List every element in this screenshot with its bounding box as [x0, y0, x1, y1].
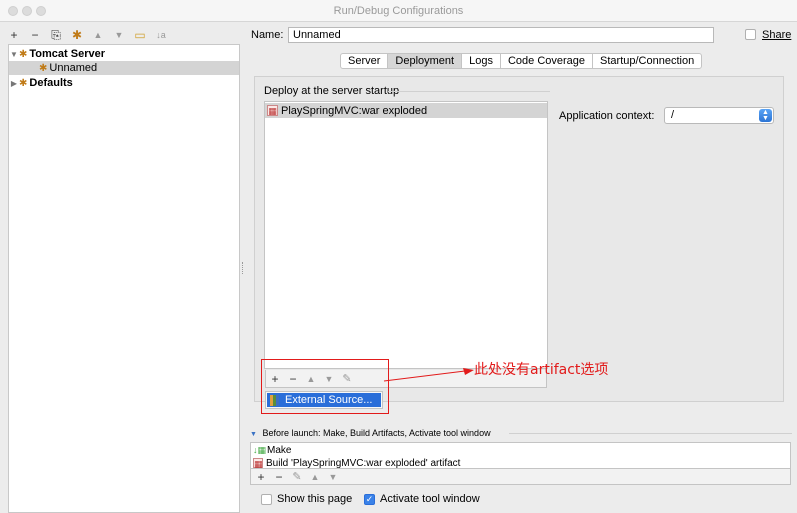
tab-logs[interactable]: Logs — [462, 54, 501, 68]
add-icon[interactable]: + — [8, 28, 20, 42]
artifact-list[interactable]: ▦ PlaySpringMVC:war exploded — [264, 101, 548, 369]
move-up-icon[interactable]: ▲ — [92, 28, 104, 42]
tab-deployment[interactable]: Deployment — [388, 54, 463, 68]
before-launch-item-label: Build 'PlaySpringMVC:war exploded' artif… — [266, 457, 461, 469]
show-page-checkbox[interactable] — [261, 494, 272, 505]
wrench-icon: ✱ — [19, 77, 28, 89]
splitter-handle[interactable] — [242, 262, 244, 274]
name-label: Name: — [251, 29, 284, 41]
title-bar: Run/Debug Configurations — [0, 0, 797, 22]
artifact-label: PlaySpringMVC:war exploded — [281, 104, 428, 117]
before-launch-toolbar: + − ✎ ▲ ▼ — [250, 469, 791, 485]
before-launch-header[interactable]: ▼ Before launch: Make, Build Artifacts, … — [250, 428, 491, 438]
before-launch-list[interactable]: ↓▦ Make ▦ Build 'PlaySpringMVC:war explo… — [250, 442, 791, 469]
tab-startup-connection[interactable]: Startup/Connection — [593, 54, 701, 68]
tree-item-unnamed[interactable]: ✱ Unnamed — [9, 61, 239, 75]
sort-icon[interactable]: ↓a — [155, 28, 167, 42]
tab-code-coverage[interactable]: Code Coverage — [501, 54, 594, 68]
edit-icon[interactable]: ✎ — [292, 470, 302, 483]
window-title: Run/Debug Configurations — [333, 5, 464, 17]
expanded-arrow-icon[interactable]: ▼ — [9, 50, 19, 59]
add-icon[interactable]: + — [256, 470, 266, 484]
application-context-label: Application context: — [559, 110, 655, 122]
tomcat-icon: ✱ — [39, 62, 48, 74]
show-page-label: Show this page — [277, 493, 353, 505]
tree-item-tomcat-server[interactable]: ▼ ✱ Tomcat Server — [9, 47, 239, 61]
combo-arrows-icon[interactable]: ▲ ▼ — [759, 109, 772, 122]
war-artifact-icon: ▦ — [267, 105, 278, 116]
deploy-group-title: Deploy at the server startup — [264, 85, 400, 97]
list-item[interactable]: ↓▦ Make — [253, 444, 291, 456]
before-launch-divider — [509, 433, 792, 434]
application-context-combo[interactable]: / ▲ ▼ — [664, 107, 774, 124]
name-input[interactable]: Unnamed — [288, 27, 714, 43]
before-launch-title: Before launch: Make, Build Artifacts, Ac… — [262, 428, 491, 438]
combo-value: / — [671, 109, 675, 121]
move-down-icon[interactable]: ▼ — [328, 472, 338, 482]
tree-item-label: Unnamed — [49, 62, 98, 74]
config-tabs: Server Deployment Logs Code Coverage Sta… — [340, 53, 703, 69]
remove-icon[interactable]: − — [274, 470, 284, 484]
group-divider — [388, 91, 550, 92]
share-label: Share — [762, 29, 792, 41]
expanded-arrow-icon[interactable]: ▼ — [250, 431, 257, 438]
settings-icon[interactable]: ✱ — [71, 28, 83, 42]
move-up-icon[interactable]: ▲ — [310, 472, 320, 482]
configurations-tree: ▼ ✱ Tomcat Server ✱ Unnamed ▶ ✱ Defaults — [8, 44, 240, 513]
configurations-toolbar: + − ⎘ ✱ ▲ ▼ ▭ ↓a — [8, 26, 167, 44]
list-item[interactable]: ▦ Build 'PlaySpringMVC:war exploded' art… — [253, 457, 460, 469]
list-item[interactable]: ▦ PlaySpringMVC:war exploded — [265, 103, 547, 118]
collapsed-arrow-icon[interactable]: ▶ — [9, 79, 19, 88]
annotation-arrow — [383, 368, 474, 382]
move-down-icon[interactable]: ▼ — [113, 28, 125, 42]
tomcat-icon: ✱ — [19, 48, 28, 60]
tree-item-defaults[interactable]: ▶ ✱ Defaults — [9, 76, 239, 90]
annotation-text: 此处没有artifact选项 — [474, 362, 609, 378]
annotation-highlight-box — [261, 359, 389, 414]
tab-server[interactable]: Server — [341, 54, 389, 68]
remove-icon[interactable]: − — [29, 28, 41, 42]
activate-tool-window-checkbox[interactable]: ✓ — [364, 494, 375, 505]
share-checkbox[interactable] — [745, 29, 756, 40]
tree-item-label: Tomcat Server — [29, 48, 105, 60]
tree-item-label: Defaults — [29, 77, 73, 89]
before-launch-item-label: Make — [267, 444, 292, 456]
copy-icon[interactable]: ⎘ — [50, 28, 62, 42]
folder-icon[interactable]: ▭ — [134, 28, 146, 42]
make-icon: ↓▦ — [253, 444, 267, 455]
war-artifact-icon: ▦ — [253, 458, 263, 469]
configurations-panel: + − ⎘ ✱ ▲ ▼ ▭ ↓a ▼ ✱ Tomcat Server ✱ Unn… — [0, 22, 240, 513]
activate-tool-window-label: Activate tool window — [380, 493, 480, 505]
